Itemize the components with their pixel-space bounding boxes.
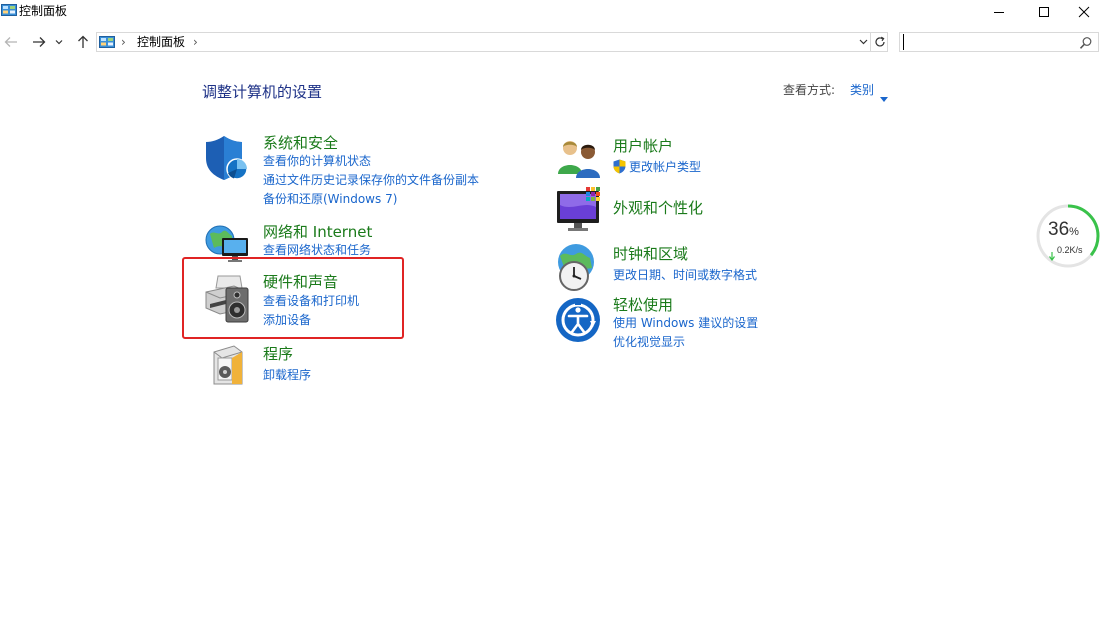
category-user-accounts[interactable]: 用户帐户 [613,136,673,156]
link-view-network-status[interactable]: 查看网络状态和任务 [263,242,403,256]
link-optimize-visual-display[interactable]: 优化视觉显示 [613,334,685,350]
breadcrumb-separator-trailing[interactable]: › [193,34,198,50]
up-button[interactable] [73,33,93,51]
link-change-account-type[interactable]: 更改帐户类型 [629,159,701,175]
recent-locations-button[interactable] [52,33,66,51]
link-view-computer-status[interactable]: 查看你的计算机状态 [263,153,371,169]
search-input[interactable] [903,34,1074,50]
minimize-icon [994,12,1004,13]
breadcrumb-control-panel[interactable]: 控制面板 [137,34,185,50]
forward-button[interactable] [29,33,49,51]
control-panel-icon [1,3,17,17]
title-bar [0,0,1102,24]
speed-percent: 36% [1048,219,1079,243]
chevron-down-icon [859,39,867,45]
ease-of-access-icon[interactable] [555,297,603,345]
download-arrow-icon [1049,246,1055,262]
maximize-icon [1039,7,1049,17]
page-heading: 调整计算机的设置 [202,83,323,101]
category-ease-of-access[interactable]: 轻松使用 [613,295,673,315]
refresh-icon [874,36,885,47]
link-uninstall-program[interactable]: 卸载程序 [263,367,311,383]
highlight-box [182,257,404,339]
category-programs[interactable]: 程序 [263,344,293,364]
back-arrow-icon [4,37,17,47]
window-title: 控制面板 [19,4,68,18]
minimize-button[interactable] [976,0,1022,24]
view-by-dropdown[interactable]: 类别 [850,82,874,98]
speed-percent-unit: % [1069,226,1079,238]
maximize-button[interactable] [1021,0,1067,24]
category-network-internet[interactable]: 网络和 Internet [263,222,372,242]
appearance-monitor-icon[interactable] [556,187,604,235]
user-accounts-icon[interactable] [556,138,604,186]
close-button[interactable] [1066,0,1102,24]
network-link-clip: 查看网络状态和任务 [263,242,403,256]
address-bar[interactable] [96,32,888,52]
category-appearance[interactable]: 外观和个性化 [613,198,703,218]
speed-rate: 0.2K/s [1057,245,1083,255]
link-recommended-settings[interactable]: 使用 Windows 建议的设置 [613,315,758,331]
back-button[interactable] [1,33,21,51]
programs-box-icon[interactable] [208,344,256,392]
breadcrumb-separator[interactable]: › [121,34,126,50]
refresh-button[interactable] [870,33,888,51]
close-icon [1078,6,1090,18]
link-file-history-backup[interactable]: 通过文件历史记录保存你的文件备份副本 [263,172,479,188]
link-change-date-time-format[interactable]: 更改日期、时间或数字格式 [613,267,757,283]
link-backup-restore[interactable]: 备份和还原(Windows 7) [263,191,397,207]
search-icon[interactable] [1079,35,1093,49]
category-system-security[interactable]: 系统和安全 [263,133,338,153]
shield-icon[interactable] [204,134,252,182]
speed-percent-value: 36 [1048,219,1070,240]
forward-arrow-icon [33,37,46,47]
clock-region-icon[interactable] [554,242,602,291]
category-clock-region[interactable]: 时钟和区域 [613,244,688,264]
view-by-label: 查看方式: [783,83,836,97]
chevron-down-icon [55,40,63,45]
address-dropdown-button[interactable] [856,33,870,51]
caret-down-icon [880,97,888,102]
up-arrow-icon [78,35,88,48]
view-by-dropdown-arrow[interactable] [880,87,888,102]
address-control-panel-icon [99,35,115,49]
uac-shield-icon [613,159,626,174]
